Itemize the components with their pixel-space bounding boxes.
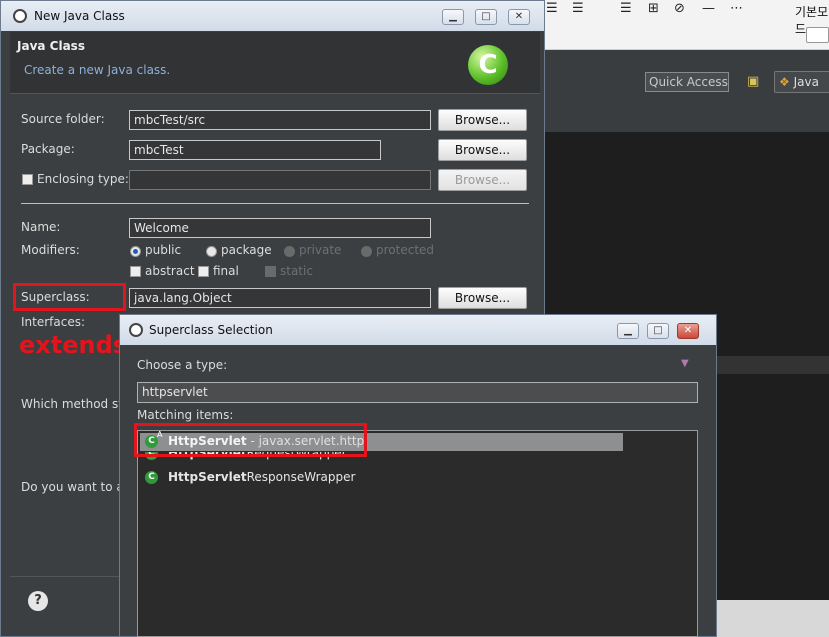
static-checkbox[interactable] — [265, 266, 276, 277]
quick-access-field[interactable]: Quick Access — [645, 72, 729, 92]
static-label: static — [280, 264, 313, 278]
enclosing-type-field[interactable] — [129, 170, 431, 190]
java-class-wizard-icon: C — [468, 45, 508, 85]
item-match-text: HttpServlet — [168, 470, 247, 484]
align-right-icon[interactable]: ☰ — [572, 1, 584, 16]
source-folder-label: Source folder: — [21, 112, 105, 126]
table-icon[interactable]: ⊞ — [648, 1, 659, 16]
open-perspective-icon[interactable]: ▣ — [747, 74, 759, 89]
link-icon[interactable]: ⊘ — [674, 1, 685, 16]
minimize-button[interactable]: ▁ — [617, 323, 639, 339]
enclosing-type-checkbox[interactable] — [22, 174, 33, 185]
maximize-button[interactable]: □ — [475, 9, 497, 25]
dialog1-titlebar[interactable]: New Java Class ▁ □ ✕ — [1, 1, 544, 31]
superclass-field[interactable]: java.lang.Object — [129, 288, 431, 308]
abstract-label: abstract — [145, 264, 195, 278]
dialog2-title: Superclass Selection — [149, 323, 273, 337]
dialog1-header: Java Class Create a new Java class. C — [10, 32, 540, 94]
enclosing-browse-button[interactable]: Browse... — [438, 169, 527, 191]
hr-icon[interactable]: — — [702, 1, 715, 16]
java-perspective-button[interactable]: ❖ Java — [774, 71, 829, 93]
final-checkbox[interactable] — [198, 266, 209, 277]
matching-items-label: Matching items: — [137, 408, 234, 422]
close-button[interactable]: ✕ — [508, 9, 530, 25]
interfaces-label: Interfaces: — [21, 315, 86, 329]
maximize-button[interactable]: □ — [647, 323, 669, 339]
package-modifier-label: package — [221, 243, 272, 257]
extends-annotation: extends — [19, 331, 128, 359]
source-folder-field[interactable]: mbcTest/src — [129, 110, 431, 130]
package-radio[interactable] — [206, 246, 217, 257]
httpservlet-highlight-box — [134, 423, 367, 457]
more-icon[interactable]: ⋯ — [730, 1, 743, 16]
view-menu-icon[interactable]: ▼ — [681, 358, 689, 369]
private-label: private — [299, 243, 342, 257]
name-field[interactable]: Welcome — [129, 218, 431, 238]
public-radio[interactable] — [130, 246, 141, 257]
header-title: Java Class — [17, 39, 85, 53]
final-label: final — [213, 264, 239, 278]
private-radio[interactable] — [284, 246, 295, 257]
package-field[interactable]: mbcTest — [129, 140, 381, 160]
close-button[interactable]: ✕ — [677, 323, 699, 339]
editor-tab-band — [717, 356, 829, 374]
public-label: public — [145, 243, 182, 257]
minimize-icon[interactable] — [806, 27, 829, 43]
comments-label: Do you want to a — [21, 480, 124, 494]
method-stubs-label: Which method stu — [21, 397, 131, 411]
choose-type-label: Choose a type: — [137, 358, 228, 372]
java-perspective-label: Java — [793, 75, 819, 89]
list-item[interactable]: C HttpServletResponseWrapper — [140, 469, 623, 487]
modifiers-label: Modifiers: — [21, 243, 80, 257]
class-icon: C — [145, 471, 158, 484]
package-label: Package: — [21, 142, 75, 156]
ide-menu-area: ☰ ☰ ☰ ⊞ ⊘ — ⋯ 기본모드 — [540, 0, 829, 50]
type-search-input[interactable]: httpservlet — [137, 382, 698, 403]
header-description: Create a new Java class. — [24, 63, 171, 77]
item-rest-text: ResponseWrapper — [246, 470, 356, 484]
eclipse-icon — [129, 323, 143, 337]
help-icon[interactable]: ? — [28, 591, 48, 611]
package-browse-button[interactable]: Browse... — [438, 139, 527, 161]
separator — [21, 203, 529, 204]
protected-radio[interactable] — [361, 246, 372, 257]
eclipse-icon — [13, 9, 27, 23]
matching-items-list[interactable]: C A HttpServlet - javax.servlet.http C H… — [137, 430, 698, 637]
java-perspective-icon: ❖ — [779, 75, 790, 89]
ide-toolbar: Quick Access ▣ ❖ Java — [540, 50, 829, 132]
align-icon[interactable]: ☰ — [546, 1, 558, 16]
dialog2-titlebar[interactable]: Superclass Selection ▁ □ ✕ — [120, 315, 716, 345]
status-bar — [717, 600, 829, 637]
protected-label: protected — [376, 243, 435, 257]
minimize-button[interactable]: ▁ — [442, 9, 464, 25]
dialog1-title: New Java Class — [34, 9, 125, 23]
source-folder-browse-button[interactable]: Browse... — [438, 109, 527, 131]
superclass-browse-button[interactable]: Browse... — [438, 287, 527, 309]
list-icon[interactable]: ☰ — [620, 1, 632, 16]
superclass-label: Superclass: — [21, 290, 90, 304]
abstract-checkbox[interactable] — [130, 266, 141, 277]
name-label: Name: — [21, 220, 61, 234]
enclosing-type-label: Enclosing type: — [37, 172, 129, 186]
